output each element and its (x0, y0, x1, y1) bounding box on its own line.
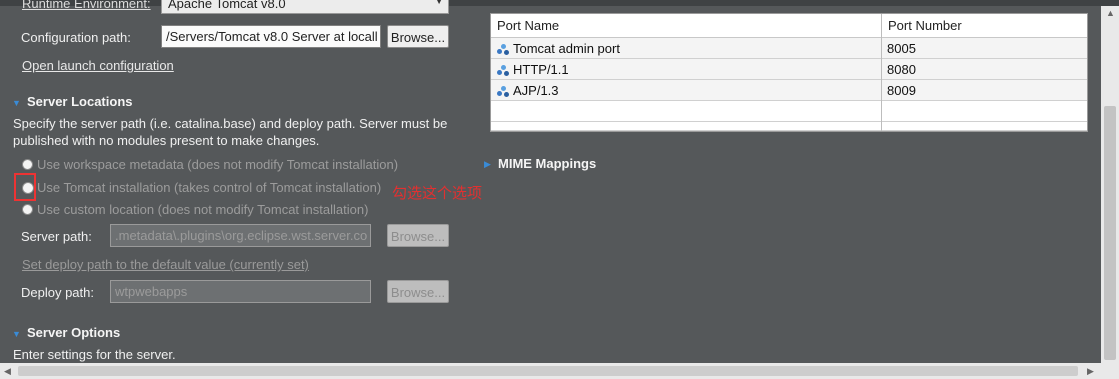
port-name: HTTP/1.1 (513, 62, 569, 77)
server-path-field[interactable]: .metadata\.plugins\org.eclipse.wst.serve… (110, 224, 371, 247)
horizontal-scrollbar[interactable]: ◀ ▶ (0, 363, 1119, 379)
scroll-right-arrow-icon[interactable]: ▶ (1087, 366, 1094, 377)
scroll-left-arrow-icon[interactable]: ◀ (4, 366, 11, 377)
server-locations-title[interactable]: Server Locations (27, 94, 133, 109)
server-path-label: Server path: (21, 229, 92, 244)
port-number[interactable]: 8009 (887, 83, 916, 98)
table-row-empty (491, 101, 1087, 122)
radio-custom-location[interactable]: Use custom location (does not modify Tom… (22, 202, 382, 218)
scroll-thumb[interactable] (18, 366, 1078, 376)
runtime-environment-link[interactable]: Runtime Environment: (22, 0, 151, 11)
annotation-text: 勾选这个选项 (392, 184, 483, 202)
configuration-path-field[interactable]: /Servers/Tomcat v8.0 Server at locall (161, 25, 381, 48)
configuration-browse-button[interactable]: Browse... (387, 25, 449, 48)
scroll-up-arrow-icon[interactable]: ▲ (1106, 8, 1115, 18)
chevron-down-icon: ▼ (434, 0, 444, 7)
port-icon (497, 64, 509, 76)
radio-button[interactable] (22, 159, 33, 170)
table-row[interactable]: HTTP/1.1 8080 (491, 59, 1087, 80)
port-name: Tomcat admin port (513, 41, 620, 56)
deploy-path-browse-button[interactable]: Browse... (387, 280, 449, 303)
radio-button[interactable] (22, 204, 33, 215)
port-icon (497, 85, 509, 97)
runtime-environment-value: Apache Tomcat v8.0 (168, 0, 286, 11)
table-row-empty (491, 122, 1087, 131)
server-options-title[interactable]: Server Options (27, 325, 120, 340)
radio-tomcat-installation[interactable]: Use Tomcat installation (takes control o… (22, 180, 392, 196)
port-number[interactable]: 8005 (887, 41, 916, 56)
table-row[interactable]: AJP/1.3 8009 (491, 80, 1087, 101)
server-options-desc: Enter settings for the server. (13, 347, 176, 362)
radio-label: Use custom location (does not modify Tom… (37, 202, 369, 217)
configuration-path-label: Configuration path: (21, 30, 131, 45)
set-deploy-path-link[interactable]: Set deploy path to the default value (cu… (22, 257, 309, 272)
column-header-port-number[interactable]: Port Number (882, 14, 1087, 38)
radio-workspace-metadata[interactable]: Use workspace metadata (does not modify … (22, 157, 422, 173)
deploy-path-field[interactable]: wtpwebapps (110, 280, 371, 303)
port-number[interactable]: 8080 (887, 62, 916, 77)
collapse-triangle-icon[interactable]: ▼ (12, 98, 21, 108)
port-icon (497, 43, 509, 55)
ports-table: Port Name Port Number Tomcat admin port … (490, 13, 1088, 132)
scroll-thumb[interactable] (1104, 106, 1116, 360)
mime-mappings-title[interactable]: MIME Mappings (498, 156, 596, 171)
server-locations-desc-line2: published with no modules present to mak… (13, 133, 320, 148)
annotation-highlight-box (14, 173, 36, 201)
column-header-port-name[interactable]: Port Name (491, 14, 881, 38)
collapse-triangle-icon[interactable]: ▼ (12, 329, 21, 339)
open-launch-configuration-link[interactable]: Open launch configuration (22, 58, 174, 73)
server-locations-desc-line1: Specify the server path (i.e. catalina.b… (13, 116, 448, 131)
column-divider (881, 14, 882, 131)
deploy-path-label: Deploy path: (21, 285, 94, 300)
port-name: AJP/1.3 (513, 83, 559, 98)
vertical-scrollbar[interactable]: ▲ (1101, 6, 1119, 363)
expand-triangle-icon[interactable]: ▶ (484, 159, 491, 170)
server-path-browse-button[interactable]: Browse... (387, 224, 449, 247)
radio-label: Use workspace metadata (does not modify … (37, 157, 399, 172)
runtime-environment-combo[interactable]: Apache Tomcat v8.0 ▼ (161, 0, 449, 14)
radio-label: Use Tomcat installation (takes control o… (37, 180, 382, 195)
table-row[interactable]: Tomcat admin port 8005 (491, 38, 1087, 59)
